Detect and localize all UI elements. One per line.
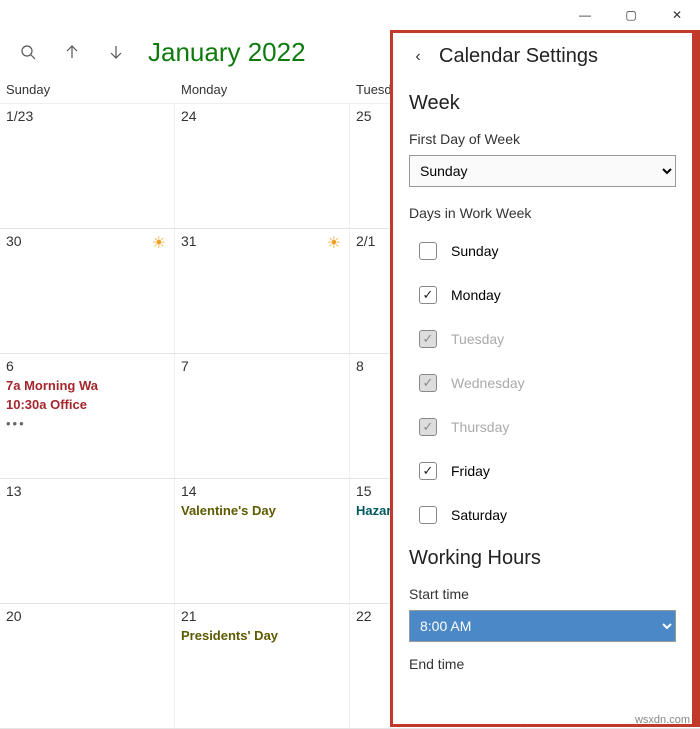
calendar-cell[interactable]: 1/23	[0, 104, 175, 228]
workday-wednesday: ✓ Wednesday	[409, 361, 676, 405]
watermark: wsxdn.com	[635, 714, 690, 726]
checkbox-icon: ✓	[419, 418, 437, 436]
dow-sunday: Sunday	[0, 74, 175, 103]
workday-sunday[interactable]: Sunday	[409, 229, 676, 273]
search-icon[interactable]	[8, 32, 48, 72]
checkbox-icon: ✓	[419, 374, 437, 392]
date-number: 20	[6, 608, 168, 624]
maximize-button[interactable]: ▢	[608, 0, 654, 30]
working-hours-label: Working Hours	[409, 547, 676, 570]
date-number: 24	[181, 108, 343, 124]
calendar-cell[interactable]: 7	[175, 354, 350, 478]
prev-month-icon[interactable]	[52, 32, 92, 72]
calendar-cell[interactable]: 14 Valentine's Day	[175, 479, 350, 603]
workday-label: Wednesday	[451, 375, 525, 391]
weather-sunny-icon: ☀	[327, 233, 341, 253]
start-time-select[interactable]: 8:00 AM	[409, 610, 676, 642]
calendar-cell[interactable]: 13	[0, 479, 175, 603]
month-title[interactable]: January 2022	[148, 37, 306, 68]
date-number: 31	[181, 233, 343, 249]
date-number: 13	[6, 483, 168, 499]
first-day-label: First Day of Week	[409, 131, 676, 147]
calendar-event[interactable]: Valentine's Day	[181, 503, 343, 518]
workday-label: Saturday	[451, 507, 507, 523]
calendar-cell[interactable]: 24	[175, 104, 350, 228]
checkbox-icon[interactable]	[419, 242, 437, 260]
calendar-event[interactable]: 10:30a Office	[6, 397, 168, 412]
end-time-label: End time	[409, 656, 676, 672]
date-number: 30	[6, 233, 168, 249]
first-day-select[interactable]: Sunday	[409, 155, 676, 187]
calendar-cell[interactable]: 21 Presidents' Day	[175, 604, 350, 728]
calendar-cell[interactable]: 20	[0, 604, 175, 728]
workday-friday[interactable]: ✓ Friday	[409, 449, 676, 493]
workday-thursday: ✓ Thursday	[409, 405, 676, 449]
checkbox-icon: ✓	[419, 330, 437, 348]
calendar-event[interactable]: 7a Morning Wa	[6, 378, 168, 393]
calendar-cell[interactable]: 31☀	[175, 229, 350, 353]
checkbox-icon[interactable]	[419, 506, 437, 524]
workday-saturday[interactable]: Saturday	[409, 493, 676, 537]
workday-label: Monday	[451, 287, 501, 303]
workday-label: Tuesday	[451, 331, 504, 347]
work-week-label: Days in Work Week	[409, 205, 676, 221]
workday-label: Friday	[451, 463, 490, 479]
close-button[interactable]: ✕	[654, 0, 700, 30]
date-number: 6	[6, 358, 168, 374]
workday-tuesday: ✓ Tuesday	[409, 317, 676, 361]
settings-panel: ‹ Calendar Settings Week First Day of We…	[390, 30, 700, 727]
panel-title: Calendar Settings	[439, 45, 598, 68]
next-month-icon[interactable]	[96, 32, 136, 72]
date-number: 7	[181, 358, 343, 374]
calendar-cell[interactable]: 30☀	[0, 229, 175, 353]
calendar-cell[interactable]: 6 7a Morning Wa 10:30a Office •••	[0, 354, 175, 478]
workday-label: Thursday	[451, 419, 509, 435]
minimize-button[interactable]: —	[562, 0, 608, 30]
weather-sunny-icon: ☀	[152, 233, 166, 253]
week-section-label: Week	[409, 92, 676, 115]
back-icon[interactable]: ‹	[409, 48, 427, 66]
window-titlebar: — ▢ ✕	[0, 0, 700, 30]
checkbox-icon[interactable]: ✓	[419, 462, 437, 480]
more-events-icon[interactable]: •••	[6, 416, 168, 431]
start-time-label: Start time	[409, 586, 676, 602]
workday-label: Sunday	[451, 243, 498, 259]
date-number: 1/23	[6, 108, 168, 124]
workday-monday[interactable]: ✓ Monday	[409, 273, 676, 317]
checkbox-icon[interactable]: ✓	[419, 286, 437, 304]
dow-monday: Monday	[175, 74, 350, 103]
date-number: 14	[181, 483, 343, 499]
calendar-event[interactable]: Presidents' Day	[181, 628, 343, 643]
date-number: 21	[181, 608, 343, 624]
